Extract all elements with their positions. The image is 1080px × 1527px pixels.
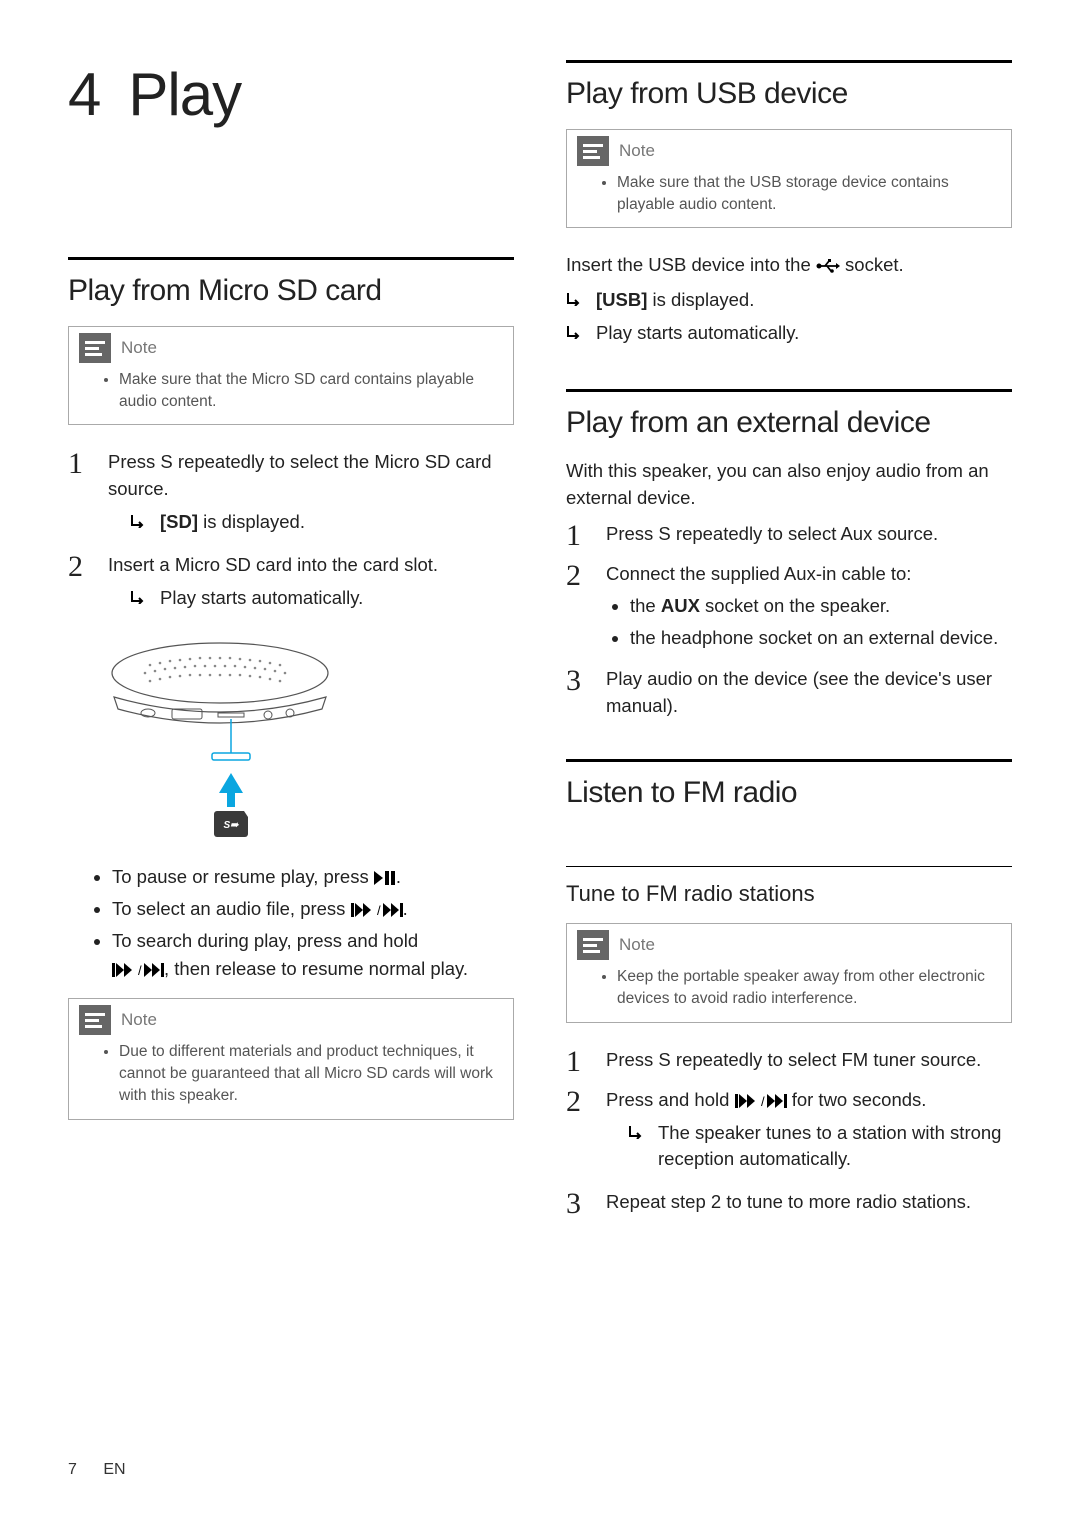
- usb-result-2: Play starts automatically.: [566, 320, 1012, 347]
- svg-text:/: /: [761, 1094, 765, 1108]
- step-text: Press S repeatedly to select Aux source.: [606, 523, 938, 544]
- note-item: Make sure that the Micro SD card contain…: [119, 369, 499, 412]
- step-result: Play starts automatically.: [130, 585, 514, 612]
- step-3: 3 Play audio on the device (see the devi…: [566, 666, 1012, 720]
- step-2: 2 Press and hold / for two seconds. The …: [566, 1087, 1012, 1179]
- step-number: 3: [566, 666, 592, 720]
- result-arrow-icon: [566, 320, 586, 347]
- section-ext-title: Play from an external device: [566, 389, 1012, 440]
- step-1: 1 Press S repeatedly to select the Micro…: [68, 449, 514, 541]
- note-box-fm: Note Keep the portable speaker away from…: [566, 923, 1012, 1022]
- note-header: Note: [567, 924, 1011, 960]
- usb-intro: Insert the USB device into the socket.: [566, 252, 1012, 279]
- chapter-number: 4: [68, 61, 100, 128]
- step-text: Press S repeatedly to select the Micro S…: [108, 451, 492, 499]
- note-item: Make sure that the USB storage device co…: [617, 172, 997, 215]
- section-usb-title: Play from USB device: [566, 60, 1012, 111]
- page-lang: EN: [103, 1461, 125, 1478]
- note-body: Make sure that the USB storage device co…: [567, 166, 1011, 227]
- step-text: Press S repeatedly to select FM tuner so…: [606, 1049, 981, 1070]
- prev-next-icon: /: [351, 898, 403, 919]
- prev-next-icon: /: [112, 958, 164, 979]
- step-result: The speaker tunes to a station with stro…: [628, 1120, 1012, 1174]
- step-number: 2: [68, 552, 94, 618]
- ext-intro: With this speaker, you can also enjoy au…: [566, 458, 1012, 512]
- result-arrow-icon: [628, 1120, 648, 1174]
- left-column: 4 Play Play from Micro SD card Note Make …: [68, 60, 514, 1229]
- result-text: [USB] is displayed.: [596, 287, 754, 314]
- step-result: [SD] is displayed.: [130, 509, 514, 536]
- usb-icon: [816, 254, 840, 275]
- sd-insert-illustration: S➠: [100, 635, 514, 845]
- fm-steps: 1 Press S repeatedly to select FM tuner …: [566, 1047, 1012, 1219]
- step-2: 2 Connect the supplied Aux-in cable to: …: [566, 561, 1012, 655]
- note-body: Keep the portable speaker away from othe…: [567, 960, 1011, 1021]
- sd-tips: To pause or resume play, press . To sele…: [68, 863, 514, 982]
- svg-text:/: /: [377, 903, 381, 917]
- sub-bullet: the headphone socket on an external devi…: [630, 624, 1012, 652]
- result-arrow-icon: [130, 509, 150, 536]
- result-text: Play starts automatically.: [596, 320, 799, 347]
- result-arrow-icon: [566, 287, 586, 314]
- chapter-heading: 4 Play: [68, 60, 514, 129]
- note-label: Note: [121, 338, 157, 358]
- step-number: 1: [566, 521, 592, 551]
- step-number: 1: [68, 449, 94, 541]
- note-item: Keep the portable speaker away from othe…: [617, 966, 997, 1009]
- chapter-title: Play: [128, 61, 241, 128]
- step-sub-bullets: the AUX socket on the speaker. the headp…: [606, 592, 1012, 652]
- section-fm-title: Listen to FM radio: [566, 759, 1012, 810]
- step-2: 2 Insert a Micro SD card into the card s…: [68, 552, 514, 618]
- step-text: Connect the supplied Aux-in cable to:: [606, 563, 911, 584]
- step-text: Play audio on the device (see the device…: [606, 668, 992, 716]
- result-text: Play starts automatically.: [160, 585, 363, 612]
- step-number: 3: [566, 1189, 592, 1219]
- note-header: Note: [69, 327, 513, 363]
- step-3: 3 Repeat step 2 to tune to more radio st…: [566, 1189, 1012, 1219]
- note-label: Note: [619, 141, 655, 161]
- result-text: [SD] is displayed.: [160, 509, 305, 536]
- prev-next-icon: /: [735, 1089, 787, 1110]
- note-header: Note: [567, 130, 1011, 166]
- step-number: 2: [566, 561, 592, 655]
- sd-steps: 1 Press S repeatedly to select the Micro…: [68, 449, 514, 617]
- note-body: Due to different materials and product t…: [69, 1035, 513, 1118]
- play-pause-icon: [374, 866, 396, 887]
- note-box-usb: Note Make sure that the USB storage devi…: [566, 129, 1012, 228]
- step-text: Insert a Micro SD card into the card slo…: [108, 554, 438, 575]
- usb-result-1: [USB] is displayed.: [566, 287, 1012, 314]
- step-number: 1: [566, 1047, 592, 1077]
- right-column: Play from USB device Note Make sure that…: [566, 60, 1012, 1229]
- result-arrow-icon: [130, 585, 150, 612]
- step-1: 1 Press S repeatedly to select FM tuner …: [566, 1047, 1012, 1077]
- tip-item: To select an audio file, press /.: [112, 895, 514, 923]
- note-icon: [577, 930, 609, 960]
- step-1: 1 Press S repeatedly to select Aux sourc…: [566, 521, 1012, 551]
- step-text: Repeat step 2 to tune to more radio stat…: [606, 1191, 971, 1212]
- note-icon: [577, 136, 609, 166]
- tip-item: To pause or resume play, press .: [112, 863, 514, 891]
- subsection-fm-tune: Tune to FM radio stations: [566, 866, 1012, 907]
- note-label: Note: [619, 935, 655, 955]
- page-number: 7: [68, 1461, 77, 1478]
- note-body: Make sure that the Micro SD card contain…: [69, 363, 513, 424]
- svg-text:/: /: [138, 963, 142, 977]
- two-column-layout: 4 Play Play from Micro SD card Note Make …: [68, 60, 1012, 1229]
- result-text: The speaker tunes to a station with stro…: [658, 1120, 1012, 1174]
- note-box-sd-compat: Note Due to different materials and prod…: [68, 998, 514, 1119]
- section-sd-title: Play from Micro SD card: [68, 257, 514, 308]
- step-text: Press and hold / for two seconds.: [606, 1089, 926, 1110]
- ext-steps: 1 Press S repeatedly to select Aux sourc…: [566, 521, 1012, 719]
- tip-item: To search during play, press and hold /,…: [112, 927, 514, 983]
- sub-bullet: the AUX socket on the speaker.: [630, 592, 1012, 620]
- note-icon: [79, 333, 111, 363]
- note-icon: [79, 1005, 111, 1035]
- note-header: Note: [69, 999, 513, 1035]
- note-box-sd: Note Make sure that the Micro SD card co…: [68, 326, 514, 425]
- svg-text:S➠: S➠: [223, 820, 240, 831]
- step-number: 2: [566, 1087, 592, 1179]
- note-item: Due to different materials and product t…: [119, 1041, 499, 1106]
- page-footer: 7 EN: [68, 1461, 126, 1479]
- note-label: Note: [121, 1010, 157, 1030]
